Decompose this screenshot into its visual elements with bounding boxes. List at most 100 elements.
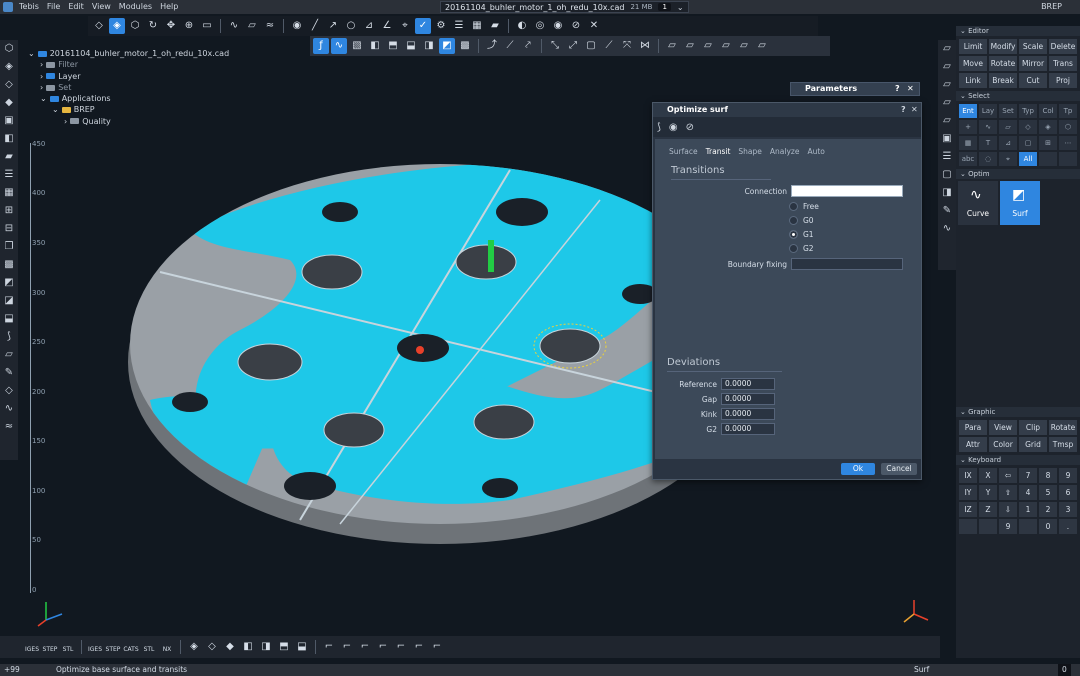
close-icon[interactable]: ✕ [907,83,914,95]
menu-file[interactable]: File [43,0,64,14]
editor-trans-button[interactable]: Trans [1048,55,1078,72]
group-filter-icon[interactable]: ⊞ [1038,135,1058,151]
key-4[interactable]: 4 [1018,484,1038,501]
radio-button[interactable] [789,244,798,253]
edge-icon[interactable]: ◆ [0,94,18,112]
tree-item-layer[interactable]: › Layer [28,71,229,82]
arrow-icon[interactable]: ↗ [325,18,341,34]
patch-c-icon[interactable]: ▱ [700,38,716,54]
curve-edit-icon[interactable]: ∿ [331,38,347,54]
patch-a-icon[interactable]: ▱ [664,38,680,54]
key-9-alt[interactable]: 9 [998,518,1018,535]
menu-tebis[interactable]: Tebis [15,0,43,14]
wave-icon[interactable]: ≈ [262,18,278,34]
mesh-filter-icon[interactable]: ▦ [958,135,978,151]
optim-header[interactable]: ⌄ Optim [956,169,1080,179]
frame-tool-icon[interactable]: ▢ [938,166,956,184]
curve-icon[interactable]: ∿ [226,18,242,34]
eye-off-icon[interactable]: ⊘ [686,122,694,133]
blend-icon[interactable]: ◧ [367,38,383,54]
graphic-clip-button[interactable]: Clip [1018,419,1048,436]
pan-icon[interactable]: ✥ [163,18,179,34]
sheet-c-icon[interactable]: ▱ [938,76,956,94]
mesh-icon[interactable]: ▩ [0,256,18,274]
radio-g2[interactable]: G2 [789,244,814,253]
loft-icon[interactable]: ⬓ [403,38,419,54]
key-6[interactable]: 6 [1058,484,1078,501]
boundary-fixing-field[interactable] [791,258,903,270]
fill-icon[interactable]: ▩ [457,38,473,54]
key-z[interactable]: Z [978,501,998,518]
plane-xz-icon[interactable]: ⌐ [357,639,373,655]
circle-icon[interactable]: ○ [343,18,359,34]
import-step-button[interactable]: STEP [42,639,58,655]
select-tab-set[interactable]: Set [998,103,1018,119]
radio-free[interactable]: Free [789,202,819,211]
radio-button[interactable] [789,202,798,211]
kink-field[interactable]: 0.0000 [721,408,775,420]
cube-select-icon[interactable]: ◈ [109,18,125,34]
chevron-down-icon[interactable]: ⌄ [28,48,35,59]
chevron-down-icon[interactable]: ⌄ [960,456,966,464]
key-2[interactable]: 2 [1038,501,1058,518]
gear-icon[interactable]: ⚙ [433,18,449,34]
wave-right-icon[interactable]: ∿ [938,220,956,238]
key-3[interactable]: 3 [1058,501,1078,518]
key-blank[interactable] [1018,518,1038,535]
view-left-icon[interactable]: ◧ [240,639,256,655]
extend-icon[interactable]: ⤢ [565,38,581,54]
select-tab-ent[interactable]: Ent [958,103,978,119]
mode-label[interactable]: BREP [1041,2,1062,11]
editor-move-button[interactable]: Move [958,55,988,72]
key-9[interactable]: 9 [1058,467,1078,484]
key-7[interactable]: 7 [1018,467,1038,484]
check-icon[interactable]: ✓ [415,18,431,34]
eye-icon[interactable]: ◉ [669,122,678,133]
key-up[interactable]: ⇧ [998,484,1018,501]
reference-field[interactable]: 0.0000 [721,378,775,390]
solid-icon[interactable]: ◈ [0,58,18,76]
key-x[interactable]: X [978,467,998,484]
graphic-header[interactable]: ⌄ Graphic [956,407,1080,417]
select-tab-typ[interactable]: Typ [1018,103,1038,119]
split-icon[interactable]: ◧ [0,130,18,148]
surface-icon[interactable]: ▱ [244,18,260,34]
menu-modules[interactable]: Modules [115,0,156,14]
menu-help[interactable]: Help [156,0,182,14]
view-right-icon[interactable]: ◨ [258,639,274,655]
editor-header[interactable]: ⌄ Editor [956,26,1080,36]
patch-b-icon[interactable]: ▱ [682,38,698,54]
chamfer-icon[interactable]: ⬓ [0,310,18,328]
key-dot[interactable]: . [1058,518,1078,535]
intersect-icon[interactable]: ⋈ [637,38,653,54]
optim-curve-button[interactable]: ∿ Curve [958,181,998,225]
plane-d-icon[interactable]: ⌐ [429,639,445,655]
import-stl-button[interactable]: STL [60,639,76,655]
gap-field[interactable]: 0.0000 [721,393,775,405]
cancel-button[interactable]: Cancel [881,463,917,475]
select-tab-col[interactable]: Col [1038,103,1058,119]
eye-icon[interactable]: ◉ [289,18,305,34]
patch-f-icon[interactable]: ▱ [754,38,770,54]
menu-view[interactable]: View [88,0,115,14]
editor-mirror-button[interactable]: Mirror [1018,55,1048,72]
extrude-icon[interactable]: ⬒ [385,38,401,54]
curve-filter-icon[interactable]: ∿ [978,119,998,135]
patch-e-icon[interactable]: ▱ [736,38,752,54]
editor-break-button[interactable]: Break [988,72,1018,89]
stack-icon[interactable]: ☰ [0,166,18,184]
key-iy[interactable]: IY [958,484,978,501]
tab-auto[interactable]: Auto [807,147,824,156]
point-icon[interactable]: ⌖ [397,18,413,34]
assembly-icon[interactable]: ⊟ [0,220,18,238]
key-8[interactable]: 8 [1038,467,1058,484]
patch-d-icon[interactable]: ▱ [718,38,734,54]
editor-rotate-button[interactable]: Rotate [988,55,1018,72]
spline-icon[interactable]: ƒ [313,38,329,54]
shell-icon[interactable]: ◩ [0,274,18,292]
key-down[interactable]: ⇩ [998,501,1018,518]
export-nx-button[interactable]: NX [159,639,175,655]
export-step-button[interactable]: STEP [105,639,121,655]
keyboard-header[interactable]: ⌄ Keyboard [956,455,1080,465]
sheet-a-icon[interactable]: ▱ [938,40,956,58]
